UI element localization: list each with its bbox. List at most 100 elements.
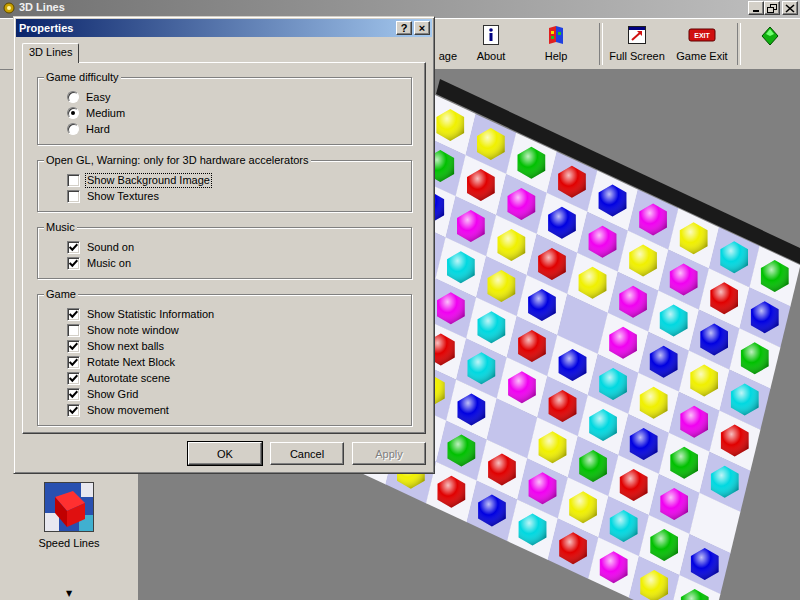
checkbox-option[interactable]: Show movement: [67, 402, 403, 418]
ball[interactable]: [478, 495, 506, 527]
ball[interactable]: [589, 226, 617, 258]
ball[interactable]: [468, 352, 496, 384]
ball[interactable]: [720, 241, 748, 273]
caption-button[interactable]: ×: [414, 21, 430, 35]
ball[interactable]: [761, 260, 789, 292]
checkbox-option[interactable]: Autorotate scene: [67, 370, 403, 386]
checkbox-option[interactable]: Show next balls: [67, 338, 403, 354]
ball[interactable]: [538, 248, 566, 280]
ball[interactable]: [731, 383, 759, 415]
ball[interactable]: [741, 342, 769, 374]
toolbar-button[interactable]: Help: [515, 19, 597, 69]
ball[interactable]: [619, 286, 647, 318]
board-cell[interactable]: [669, 575, 720, 600]
checkbox[interactable]: [67, 241, 80, 254]
ball[interactable]: [609, 327, 637, 359]
ball[interactable]: [599, 368, 627, 400]
sidebar-item[interactable]: Speed Lines: [38, 482, 99, 550]
scroll-down-button[interactable]: ▼: [66, 588, 72, 600]
ball[interactable]: [436, 109, 464, 141]
ball[interactable]: [539, 431, 567, 463]
ball[interactable]: [438, 476, 466, 508]
ball[interactable]: [477, 128, 505, 160]
toolbar-button[interactable]: Full Screen: [605, 19, 669, 69]
checkbox-option[interactable]: Show Grid: [67, 386, 403, 402]
dialog-button[interactable]: OK: [188, 442, 262, 465]
ball[interactable]: [457, 210, 485, 242]
radio-button[interactable]: [67, 91, 79, 103]
radio-button[interactable]: [67, 107, 79, 119]
board-cell[interactable]: [629, 556, 680, 600]
checkbox[interactable]: [67, 324, 80, 337]
ball[interactable]: [681, 589, 709, 600]
ball[interactable]: [518, 147, 546, 179]
ball[interactable]: [620, 469, 648, 501]
ball[interactable]: [447, 251, 475, 283]
ball[interactable]: [559, 532, 587, 564]
checkbox[interactable]: [67, 356, 80, 369]
ball[interactable]: [680, 222, 708, 254]
toolbar-button[interactable]: About: [467, 19, 515, 69]
ball[interactable]: [640, 570, 668, 600]
ball[interactable]: [630, 428, 658, 460]
ball[interactable]: [691, 548, 719, 580]
tab[interactable]: 3D Lines: [22, 43, 79, 63]
ball[interactable]: [437, 292, 465, 324]
ball[interactable]: [559, 349, 587, 381]
checkbox-option[interactable]: Rotate Next Block: [67, 354, 403, 370]
ball[interactable]: [721, 425, 749, 457]
checkbox[interactable]: [67, 257, 80, 270]
ball[interactable]: [458, 393, 486, 425]
minimize-button[interactable]: [748, 1, 764, 15]
ball[interactable]: [518, 330, 546, 362]
ball[interactable]: [488, 270, 516, 302]
ball[interactable]: [650, 346, 678, 378]
radio-button[interactable]: [67, 123, 79, 135]
ball[interactable]: [610, 510, 638, 542]
ball[interactable]: [639, 203, 667, 235]
ball[interactable]: [680, 406, 708, 438]
checkbox-option[interactable]: Show Statistic Information: [67, 306, 403, 322]
ball[interactable]: [711, 466, 739, 498]
radio-option[interactable]: Easy: [67, 89, 403, 105]
checkbox[interactable]: [67, 388, 80, 401]
radio-option[interactable]: Hard: [67, 121, 403, 137]
ball[interactable]: [508, 188, 536, 220]
ball[interactable]: [629, 245, 657, 277]
radio-option[interactable]: Medium: [67, 105, 403, 121]
ball[interactable]: [549, 390, 577, 422]
ball[interactable]: [589, 409, 617, 441]
caption-button[interactable]: ?: [396, 21, 412, 35]
ball[interactable]: [579, 267, 607, 299]
ball[interactable]: [690, 365, 718, 397]
close-button[interactable]: [782, 1, 798, 15]
ball[interactable]: [670, 263, 698, 295]
ball[interactable]: [660, 305, 688, 337]
checkbox-option[interactable]: Show Background Image: [67, 172, 403, 188]
dialog-button[interactable]: Cancel: [270, 442, 344, 465]
ball[interactable]: [519, 513, 547, 545]
ball[interactable]: [558, 166, 586, 198]
checkbox-option[interactable]: Music on: [67, 255, 403, 271]
checkbox-option[interactable]: Show note window: [67, 322, 403, 338]
toolbar-button[interactable]: EXITGame Exit: [669, 19, 735, 69]
ball[interactable]: [751, 301, 779, 333]
ball[interactable]: [599, 185, 627, 217]
ball[interactable]: [700, 323, 728, 355]
ball[interactable]: [710, 282, 738, 314]
checkbox[interactable]: [67, 340, 80, 353]
ball[interactable]: [670, 447, 698, 479]
checkbox-option[interactable]: Sound on: [67, 239, 403, 255]
checkbox-option[interactable]: Show Textures: [67, 188, 403, 204]
ball[interactable]: [488, 453, 516, 485]
checkbox[interactable]: [67, 372, 80, 385]
ball[interactable]: [529, 472, 557, 504]
ball[interactable]: [448, 435, 476, 467]
ball[interactable]: [579, 450, 607, 482]
ball[interactable]: [569, 491, 597, 523]
restore-button[interactable]: [764, 1, 780, 15]
ball[interactable]: [650, 529, 678, 561]
checkbox[interactable]: [67, 404, 80, 417]
ball[interactable]: [600, 551, 628, 583]
ball[interactable]: [478, 311, 506, 343]
